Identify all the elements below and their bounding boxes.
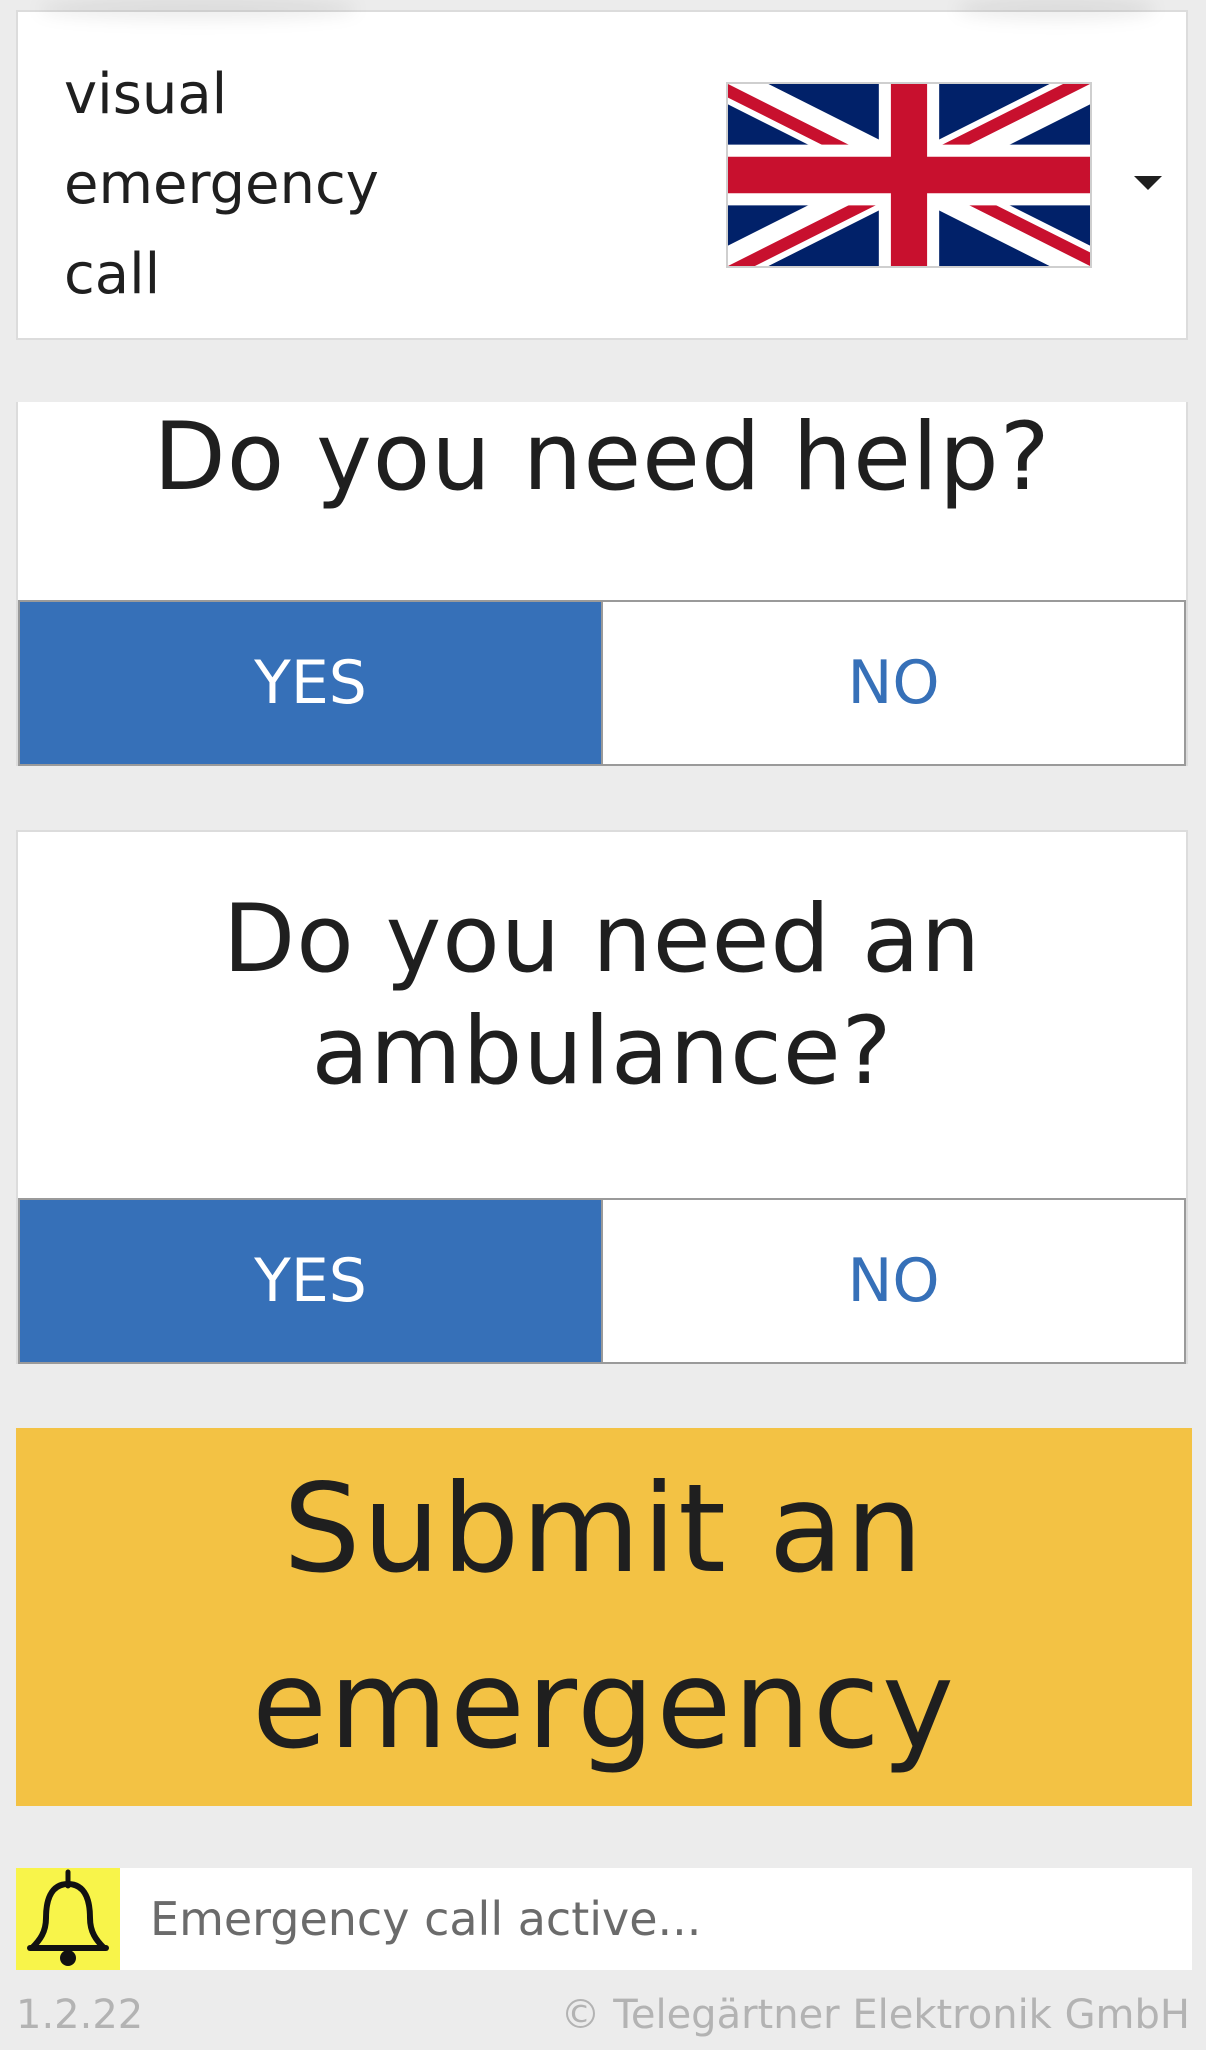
header-shadow: [38, 0, 358, 20]
yes-button-help[interactable]: YES: [20, 602, 603, 764]
copyright-label: © Telegärtner Elektronik GmbH: [560, 1992, 1191, 2038]
app-header: visual emergency call: [16, 0, 1188, 340]
question-ambulance: Do you need an ambulance?: [222, 885, 982, 1106]
question-card-ambulance: Do you need an ambulance? YES NO: [16, 830, 1188, 1364]
version-label: 1.2.22: [16, 1992, 144, 2038]
status-bar: Emergency call active...: [16, 1868, 1192, 1970]
uk-flag-icon[interactable]: [726, 82, 1092, 268]
app-title: visual emergency call: [64, 62, 379, 307]
submit-emergency-button[interactable]: Submit an emergency: [16, 1428, 1192, 1806]
bell-icon: [16, 1868, 120, 1970]
answer-toggle-ambulance: YES NO: [18, 1198, 1186, 1364]
yes-button-ambulance[interactable]: YES: [20, 1200, 603, 1362]
header-shadow: [956, 0, 1156, 20]
question-card-help: Do you need help? YES NO: [16, 402, 1188, 766]
no-button-ambulance[interactable]: NO: [603, 1200, 1184, 1362]
answer-toggle-help: YES NO: [18, 600, 1186, 766]
status-text: Emergency call active...: [150, 1892, 702, 1946]
no-button-help[interactable]: NO: [603, 602, 1184, 764]
caret-down-icon[interactable]: [1134, 176, 1162, 190]
question-help: Do you need help?: [153, 403, 1051, 512]
